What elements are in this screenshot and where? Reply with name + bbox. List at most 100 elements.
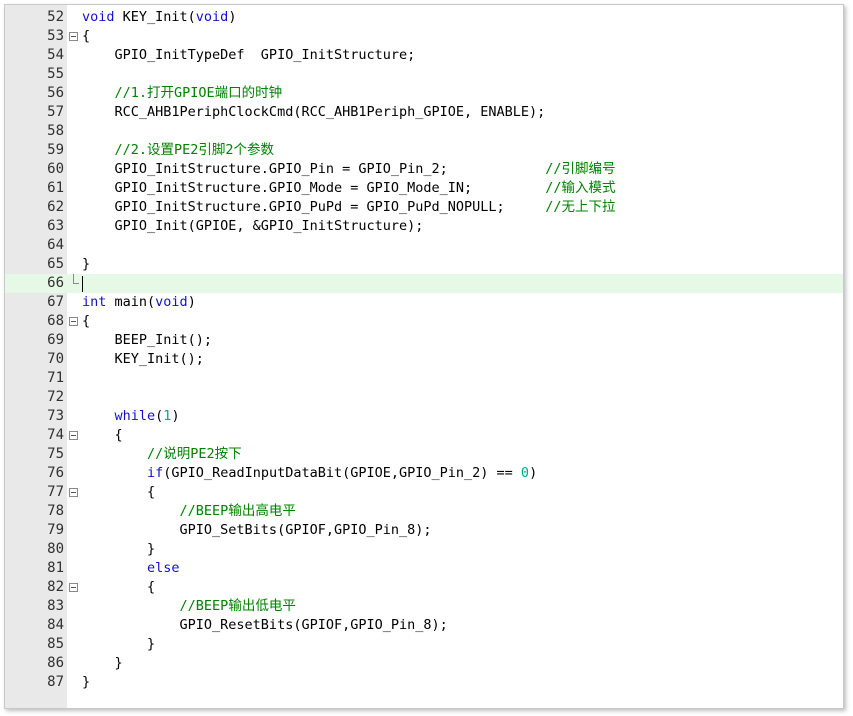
comment-token: //1.打开GPIOE端口的时钟 <box>114 85 283 101</box>
code-line[interactable]: 53 { <box>5 27 843 46</box>
line-number: 66 <box>47 275 64 291</box>
code-token: (GPIO_ReadInputDataBit(GPIOE,GPIO_Pin_2)… <box>163 465 521 481</box>
code-line[interactable]: 80 } <box>5 540 843 559</box>
keyword-token: void <box>195 9 229 25</box>
code-token: { <box>82 427 123 443</box>
line-number: 68 <box>47 313 64 329</box>
code-token: } <box>82 636 156 652</box>
code-text: int main(void) <box>82 293 196 312</box>
line-number: 83 <box>47 598 64 614</box>
code-line[interactable]: 84 GPIO_ResetBits(GPIOF,GPIO_Pin_8); <box>5 616 843 635</box>
code-line[interactable]: 58 <box>5 122 843 141</box>
line-number: 84 <box>47 617 64 633</box>
code-line[interactable]: 52 void KEY_Init(void) <box>5 8 843 27</box>
code-text: { <box>82 312 90 331</box>
line-number: 64 <box>47 237 64 253</box>
keyword-token: while <box>114 408 156 424</box>
code-line[interactable]: 66 <box>5 274 843 293</box>
code-line[interactable]: 83 //BEEP输出低电平 <box>5 597 843 616</box>
code-text: GPIO_InitStructure.GPIO_PuPd = GPIO_PuPd… <box>82 198 616 217</box>
code-line[interactable]: 74 { <box>5 426 843 445</box>
code-line[interactable]: 86 } <box>5 654 843 673</box>
line-number: 67 <box>47 294 64 310</box>
fold-collapse-icon[interactable] <box>69 483 81 502</box>
code-token: BEEP_Init(); <box>82 332 213 348</box>
code-line[interactable]: 77 { <box>5 483 843 502</box>
code-line[interactable]: 75 //说明PE2按下 <box>5 445 843 464</box>
comment-token: //输入模式 <box>545 180 616 196</box>
code-line[interactable]: 64 <box>5 236 843 255</box>
code-line[interactable]: 81 else <box>5 559 843 578</box>
code-token: ) <box>529 465 538 481</box>
code-token: } <box>82 541 156 557</box>
comment-token: //引脚编号 <box>545 161 616 177</box>
code-text: if(GPIO_ReadInputDataBit(GPIOE,GPIO_Pin_… <box>82 464 537 483</box>
code-text: } <box>82 540 155 559</box>
code-lines[interactable]: 52 void KEY_Init(void) 53 {54 GPIO_InitType… <box>5 8 843 692</box>
code-line[interactable]: 82 { <box>5 578 843 597</box>
line-number: 71 <box>47 370 64 386</box>
code-token: ) <box>187 294 196 310</box>
code-text: //BEEP输出低电平 <box>82 597 296 616</box>
fold-collapse-icon[interactable] <box>69 27 81 46</box>
code-line[interactable]: 56 //1.打开GPIOE端口的时钟 <box>5 84 843 103</box>
fold-end-marker-icon <box>69 274 81 293</box>
code-text: GPIO_SetBits(GPIOF,GPIO_Pin_8); <box>82 521 432 540</box>
line-number: 65 <box>47 256 64 272</box>
code-line[interactable]: 72 <box>5 388 843 407</box>
code-text: KEY_Init(); <box>82 350 204 369</box>
code-token: GPIO_ResetBits(GPIOF,GPIO_Pin_8); <box>82 617 448 633</box>
code-line[interactable]: 70 KEY_Init(); <box>5 350 843 369</box>
code-text: RCC_AHB1PeriphClockCmd(RCC_AHB1Periph_GP… <box>82 103 546 122</box>
code-line[interactable]: 85 } <box>5 635 843 654</box>
line-number: 59 <box>47 142 64 158</box>
code-text: { <box>82 578 155 597</box>
line-number: 73 <box>47 408 64 424</box>
keyword-token: if <box>147 465 164 481</box>
code-line[interactable]: 67 int main(void) <box>5 293 843 312</box>
line-number: 87 <box>47 674 64 690</box>
keyword-token: void <box>82 9 115 25</box>
fold-collapse-icon[interactable] <box>69 312 81 331</box>
line-number: 54 <box>47 47 64 63</box>
code-text: GPIO_Init(GPIOE, &GPIO_InitStructure); <box>82 217 424 236</box>
code-line[interactable]: 54 GPIO_InitTypeDef GPIO_InitStructure; <box>5 46 843 65</box>
line-number: 78 <box>47 503 64 519</box>
code-token: GPIO_InitStructure.GPIO_Pin = GPIO_Pin_2… <box>82 161 546 177</box>
code-line[interactable]: 87} <box>5 673 843 692</box>
code-line[interactable]: 69 BEEP_Init(); <box>5 331 843 350</box>
fold-collapse-icon[interactable] <box>69 578 81 597</box>
line-number: 53 <box>47 28 64 44</box>
code-line[interactable]: 59 //2.设置PE2引脚2个参数 <box>5 141 843 160</box>
code-text: { <box>82 483 155 502</box>
code-line[interactable]: 68 { <box>5 312 843 331</box>
code-line[interactable]: 60 GPIO_InitStructure.GPIO_Pin = GPIO_Pi… <box>5 160 843 179</box>
fold-collapse-icon[interactable] <box>69 426 81 445</box>
code-line[interactable]: 63 GPIO_Init(GPIOE, &GPIO_InitStructure)… <box>5 217 843 236</box>
code-line[interactable]: 57 RCC_AHB1PeriphClockCmd(RCC_AHB1Periph… <box>5 103 843 122</box>
code-text: void KEY_Init(void) <box>82 8 236 27</box>
comment-token: //BEEP输出高电平 <box>179 503 296 519</box>
line-number: 56 <box>47 85 64 101</box>
line-number: 57 <box>47 104 64 120</box>
code-token: GPIO_InitTypeDef GPIO_InitStructure; <box>82 47 416 63</box>
code-line[interactable]: 71 <box>5 369 843 388</box>
comment-token: //2.设置PE2引脚2个参数 <box>114 142 275 158</box>
code-line[interactable]: 76 if(GPIO_ReadInputDataBit(GPIOE,GPIO_P… <box>5 464 843 483</box>
code-line[interactable]: 62 GPIO_InitStructure.GPIO_PuPd = GPIO_P… <box>5 198 843 217</box>
code-line[interactable]: 78 //BEEP输出高电平 <box>5 502 843 521</box>
code-editor[interactable]: 52 void KEY_Init(void) 53 {54 GPIO_InitType… <box>4 4 844 709</box>
code-line[interactable]: 55 <box>5 65 843 84</box>
line-number: 85 <box>47 636 64 652</box>
code-line[interactable]: 73 while(1) <box>5 407 843 426</box>
line-number: 72 <box>47 389 64 405</box>
code-text: GPIO_InitStructure.GPIO_Mode = GPIO_Mode… <box>82 179 616 198</box>
code-text: GPIO_InitStructure.GPIO_Pin = GPIO_Pin_2… <box>82 160 616 179</box>
code-text: } <box>82 255 90 274</box>
code-line[interactable]: 65} <box>5 255 843 274</box>
code-line[interactable]: 61 GPIO_InitStructure.GPIO_Mode = GPIO_M… <box>5 179 843 198</box>
code-line[interactable]: 79 GPIO_SetBits(GPIOF,GPIO_Pin_8); <box>5 521 843 540</box>
